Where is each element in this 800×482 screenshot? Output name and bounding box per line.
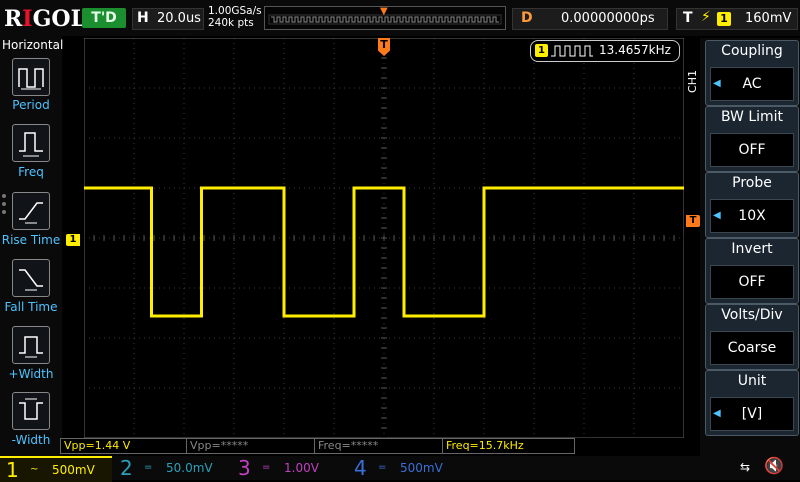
negative-width-label: -Width: [11, 433, 51, 447]
ch1-ground-marker[interactable]: 1: [66, 234, 80, 246]
timebase-value: 20.0us: [157, 11, 201, 26]
memory-trigger-marker-icon: ▼: [380, 6, 388, 17]
trigger-source-badge: 1: [717, 12, 731, 26]
softkey-value: OFF: [710, 133, 794, 167]
square-wave-icon: [551, 45, 593, 57]
softkey-value: Coarse: [710, 331, 794, 365]
period-button[interactable]: [12, 58, 50, 96]
speaker-muted-icon[interactable]: 🔇: [764, 456, 784, 475]
measurement-4[interactable]: Freq=15.7kHz: [442, 438, 575, 454]
measurement-3[interactable]: Freq=*****: [314, 438, 443, 454]
positive-width-label: +Width: [8, 367, 54, 381]
probe-softkey[interactable]: Probe ◀ 10X: [705, 172, 799, 238]
frequency-icon: [19, 132, 43, 157]
delay-key: D: [521, 10, 533, 26]
positive-width-icon: [19, 336, 43, 358]
trigger-box[interactable]: T ⚡ 1 160mV: [676, 8, 798, 30]
counter-value: 13.4657kHz: [599, 43, 671, 57]
softkey-value: ◀ [V]: [710, 397, 794, 431]
softkey-title: Coupling: [721, 43, 783, 59]
counter-channel-badge: 1: [535, 44, 548, 57]
measurement-1[interactable]: Vpp=1.44 V: [60, 438, 187, 454]
softkey-value: OFF: [710, 265, 794, 299]
unit-softkey[interactable]: Unit ◀ [V]: [705, 370, 799, 436]
fall-time-button[interactable]: [12, 259, 50, 297]
menu-title: Horizontal: [2, 38, 64, 52]
ch3-status[interactable]: 3 = 1.00V: [232, 456, 346, 480]
select-arrow-icon: ◀: [713, 78, 721, 89]
horizontal-timebase-box[interactable]: H 20.0us: [132, 8, 204, 30]
coupling-softkey[interactable]: Coupling ◀ AC: [705, 40, 799, 106]
invert-softkey[interactable]: Invert OFF: [705, 238, 799, 304]
ch4-status[interactable]: 4 = 500mV: [348, 456, 464, 480]
frequency-button[interactable]: [12, 124, 50, 162]
fall-time-icon: [19, 269, 43, 291]
menu-page-dots[interactable]: [2, 194, 8, 218]
softkey-title: Probe: [732, 175, 772, 191]
ch1-status[interactable]: 1 ~500mV: [0, 456, 112, 482]
bw-limit-softkey[interactable]: BW Limit OFF: [705, 106, 799, 172]
select-arrow-icon: ◀: [713, 408, 721, 419]
graticule: [84, 38, 684, 438]
trigger-level: 160mV: [745, 11, 792, 26]
sample-rate: 1.00GSa/s: [208, 5, 262, 17]
softkey-title: Unit: [737, 373, 767, 389]
ch1-waveform-trace: [84, 186, 684, 318]
trigger-key: T: [683, 10, 693, 26]
softkey-title: Invert: [731, 241, 773, 257]
horizontal-key: H: [137, 10, 149, 26]
rise-time-button[interactable]: [12, 192, 50, 230]
negative-width-icon: [19, 398, 43, 420]
memory-depth: 240k pts: [208, 17, 254, 29]
ch2-status[interactable]: 2 = 50.0mV: [114, 456, 230, 480]
volts-div-softkey[interactable]: Volts/Div Coarse: [705, 304, 799, 370]
positive-width-button[interactable]: [12, 326, 50, 364]
channel-tag: CH1: [686, 70, 699, 93]
period-icon: [18, 68, 44, 90]
delay-box[interactable]: D 0.00000000ps: [512, 8, 668, 30]
rise-time-label: Rise Time: [1, 233, 61, 247]
softkey-value: ◀ 10X: [710, 199, 794, 233]
softkey-title: BW Limit: [720, 109, 784, 125]
frequency-label: Freq: [18, 165, 44, 179]
measurement-2[interactable]: Vpp=*****: [186, 438, 315, 454]
trigger-level-marker[interactable]: T: [686, 215, 700, 227]
brand-logo: RIGOL: [4, 6, 87, 32]
softkey-title: Volts/Div: [721, 307, 783, 323]
waveform-display[interactable]: [84, 38, 684, 438]
rising-edge-icon: ⚡: [701, 9, 711, 25]
usb-icon: ⇆: [740, 460, 751, 474]
period-label: Period: [12, 98, 50, 112]
fall-time-label: Fall Time: [4, 300, 58, 314]
softkey-value: ◀ AC: [710, 67, 794, 101]
trigger-status-badge[interactable]: T'D: [82, 8, 126, 28]
negative-width-button[interactable]: [12, 392, 50, 430]
sample-info: 1.00GSa/s 240k pts: [208, 5, 262, 29]
delay-value: 0.00000000ps: [561, 11, 655, 26]
rise-time-icon: [19, 202, 43, 224]
frequency-counter[interactable]: 1 13.4657kHz: [530, 40, 680, 62]
select-arrow-icon: ◀: [713, 210, 721, 221]
